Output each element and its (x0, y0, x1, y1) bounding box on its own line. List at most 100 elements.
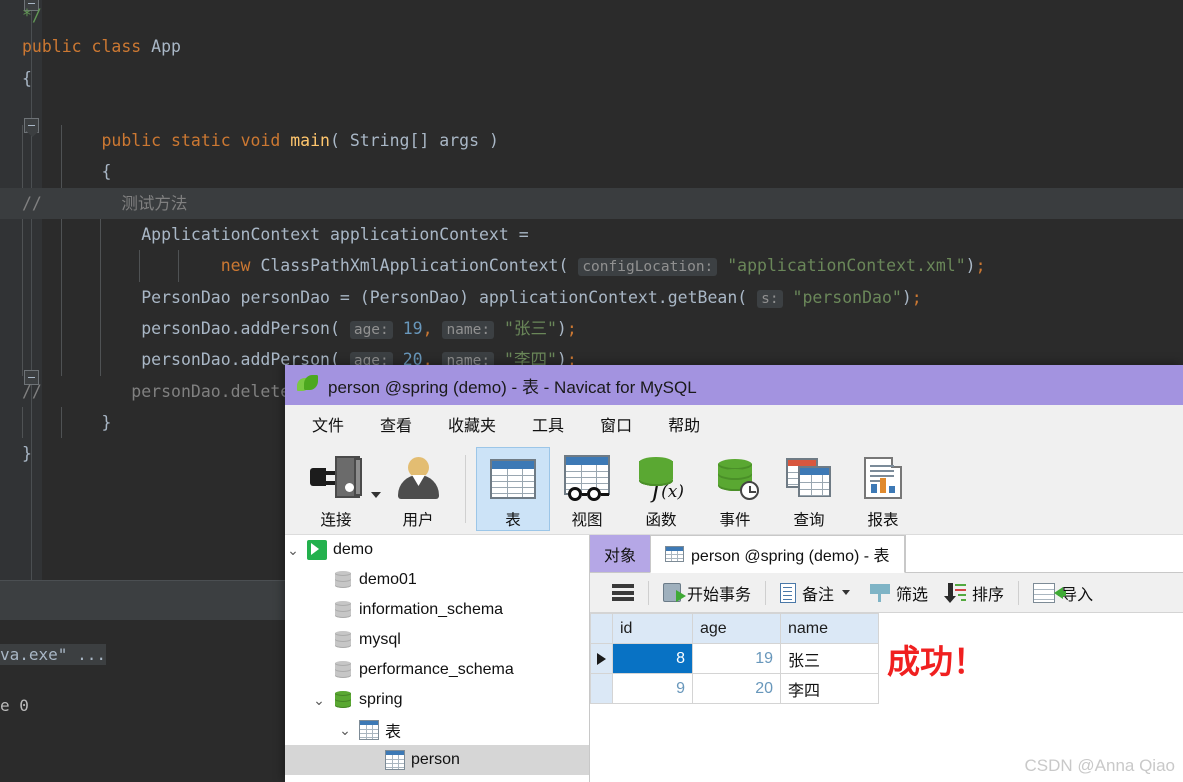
chevron-down-icon[interactable]: ⌄ (285, 542, 301, 559)
code-token: static (171, 131, 241, 151)
query-icon (786, 454, 832, 502)
grid-toolbar-filter[interactable]: 筛选 (860, 581, 938, 605)
table-cell[interactable]: 8 (612, 643, 693, 674)
database-gray-icon (333, 600, 353, 620)
tree-item-label: spring (359, 691, 403, 708)
import-icon (1033, 582, 1067, 603)
table-cell[interactable]: 9 (612, 673, 693, 704)
code-line: public class App (0, 31, 1183, 62)
table-cell[interactable]: 李四 (780, 673, 879, 704)
screen-root: */ public class App { public static void m… (0, 0, 1183, 782)
row-indicator[interactable] (590, 643, 613, 674)
tree-item-spring[interactable]: ⌄ spring (285, 685, 589, 715)
tree-item-person[interactable]: person (285, 745, 589, 775)
database-gray-icon (333, 630, 353, 650)
console-run-command: va.exe" ... (0, 644, 106, 665)
tree-item-mysql[interactable]: mysql (285, 625, 589, 655)
window-titlebar[interactable]: person @spring (demo) - 表 - Navicat for … (285, 365, 1183, 405)
success-annotation: 成功！ (887, 642, 986, 681)
table-cell[interactable]: 20 (692, 673, 781, 704)
function-icon: f(x) (639, 454, 684, 503)
table-row[interactable]: 9 20 李四 (590, 673, 879, 704)
indent-guide (22, 125, 23, 157)
indent-guide (22, 281, 23, 313)
result-table[interactable]: id age name 8 19 张三 9 20 李四 (590, 613, 879, 704)
param-hint: s: (757, 289, 783, 308)
column-header-id[interactable]: id (612, 613, 693, 644)
grid-toolbar[interactable]: 开始事务 备注 筛选 排序 导入 (590, 573, 1183, 613)
table-cell[interactable]: 张三 (780, 643, 879, 674)
tree-item-label: performance_schema (359, 661, 514, 678)
chevron-down-icon[interactable]: ⌄ (337, 722, 353, 739)
toolbar-button-event[interactable]: 事件 (698, 447, 772, 531)
code-token: ) (901, 287, 912, 307)
tab-strip[interactable]: 对象 person @spring (demo) - 表 (590, 535, 1183, 573)
grid-toolbar-transaction[interactable]: 开始事务 (653, 581, 761, 605)
tree-item-[interactable]: ›视图 (285, 775, 589, 782)
navicat-body: ⌄ demo demo01 information_schemamysql perfor… (285, 535, 1183, 782)
grid-toolbar-hamburger[interactable] (602, 584, 644, 601)
tree-item-label: person (411, 751, 460, 768)
toolbar-button-query[interactable]: 查询 (772, 447, 846, 531)
tree-item-[interactable]: ⌄ 表 (285, 715, 589, 745)
toolbar-button-user[interactable]: 用户 (381, 447, 455, 531)
code-line: { (0, 63, 1183, 94)
indent-guide (61, 406, 62, 439)
indent-guide (22, 250, 23, 282)
main-toolbar[interactable]: 连接 用户 表 视图 f(x) 函数 事件 查询 报表 (285, 443, 1183, 535)
current-row-arrow-icon (597, 652, 606, 665)
grid-toolbar-import[interactable]: 导入 (1023, 581, 1103, 605)
code-token: [] (409, 131, 440, 151)
row-indicator[interactable] (590, 673, 613, 704)
code-token: main (290, 131, 330, 151)
indent-guide (22, 219, 23, 251)
code-token: ( (330, 131, 350, 151)
menu-item-4[interactable]: 窗口 (582, 408, 650, 440)
code-token: getBean (667, 287, 738, 307)
grid-toolbar-note[interactable]: 备注 (770, 581, 860, 605)
indent-guide (100, 219, 101, 251)
code-token: personDao.addPerson (141, 318, 330, 338)
code-token: // (22, 381, 42, 401)
chevron-down-icon[interactable] (842, 590, 851, 595)
tab-objects[interactable]: 对象 (590, 535, 651, 572)
tree-item-label: mysql (359, 631, 401, 648)
tree-item-label: 表 (385, 724, 402, 741)
column-header-age[interactable]: age (692, 613, 781, 644)
indent-guide (100, 281, 101, 313)
toolbar-button-report[interactable]: 报表 (846, 447, 920, 531)
menu-item-2[interactable]: 收藏夹 (430, 408, 514, 440)
tree-item-demo01[interactable]: demo01 (285, 565, 589, 595)
tree-item-information_schema[interactable]: information_schema (285, 595, 589, 625)
tab-table[interactable]: person @spring (demo) - 表 (650, 535, 905, 573)
table-row[interactable]: 8 19 张三 (590, 643, 879, 674)
chevron-down-icon[interactable]: ⌄ (311, 692, 327, 709)
code-token: "张三" (504, 318, 557, 338)
toolbar-button-label: 视图 (571, 512, 603, 529)
table-cell[interactable]: 19 (692, 643, 781, 674)
toolbar-button-function[interactable]: f(x) 函数 (624, 447, 698, 531)
toolbar-button-table[interactable]: 表 (476, 447, 550, 531)
table-header-row: id age name (590, 613, 879, 644)
code-token: App (151, 37, 181, 57)
menu-item-5[interactable]: 帮助 (650, 408, 718, 440)
indent-guide (61, 156, 62, 188)
code-token: { (22, 68, 32, 88)
toolbar-button-view[interactable]: 视图 (550, 447, 624, 531)
tree-item-demo[interactable]: ⌄ demo (285, 535, 589, 565)
menu-item-0[interactable]: 文件 (294, 408, 362, 440)
navicat-window[interactable]: person @spring (demo) - 表 - Navicat for … (285, 365, 1183, 782)
menu-item-3[interactable]: 工具 (514, 408, 582, 440)
toolbar-button-label: 函数 (645, 512, 677, 529)
code-line: // 测试方法 (0, 187, 1183, 220)
database-tree[interactable]: ⌄ demo demo01 information_schemamysql perfor… (285, 535, 590, 782)
code-token: String (349, 131, 410, 151)
menu-item-1[interactable]: 查看 (362, 408, 430, 440)
chevron-down-icon[interactable] (371, 492, 381, 498)
grid-toolbar-sort[interactable]: 排序 (938, 581, 1014, 605)
column-header-name[interactable]: name (780, 613, 879, 644)
indent-guide (22, 312, 23, 345)
toolbar-button-connection[interactable]: 连接 (299, 447, 373, 531)
menu-bar[interactable]: 文件 查看 收藏夹 工具 窗口 帮助 (285, 405, 1183, 443)
tree-item-performance_schema[interactable]: performance_schema (285, 655, 589, 685)
